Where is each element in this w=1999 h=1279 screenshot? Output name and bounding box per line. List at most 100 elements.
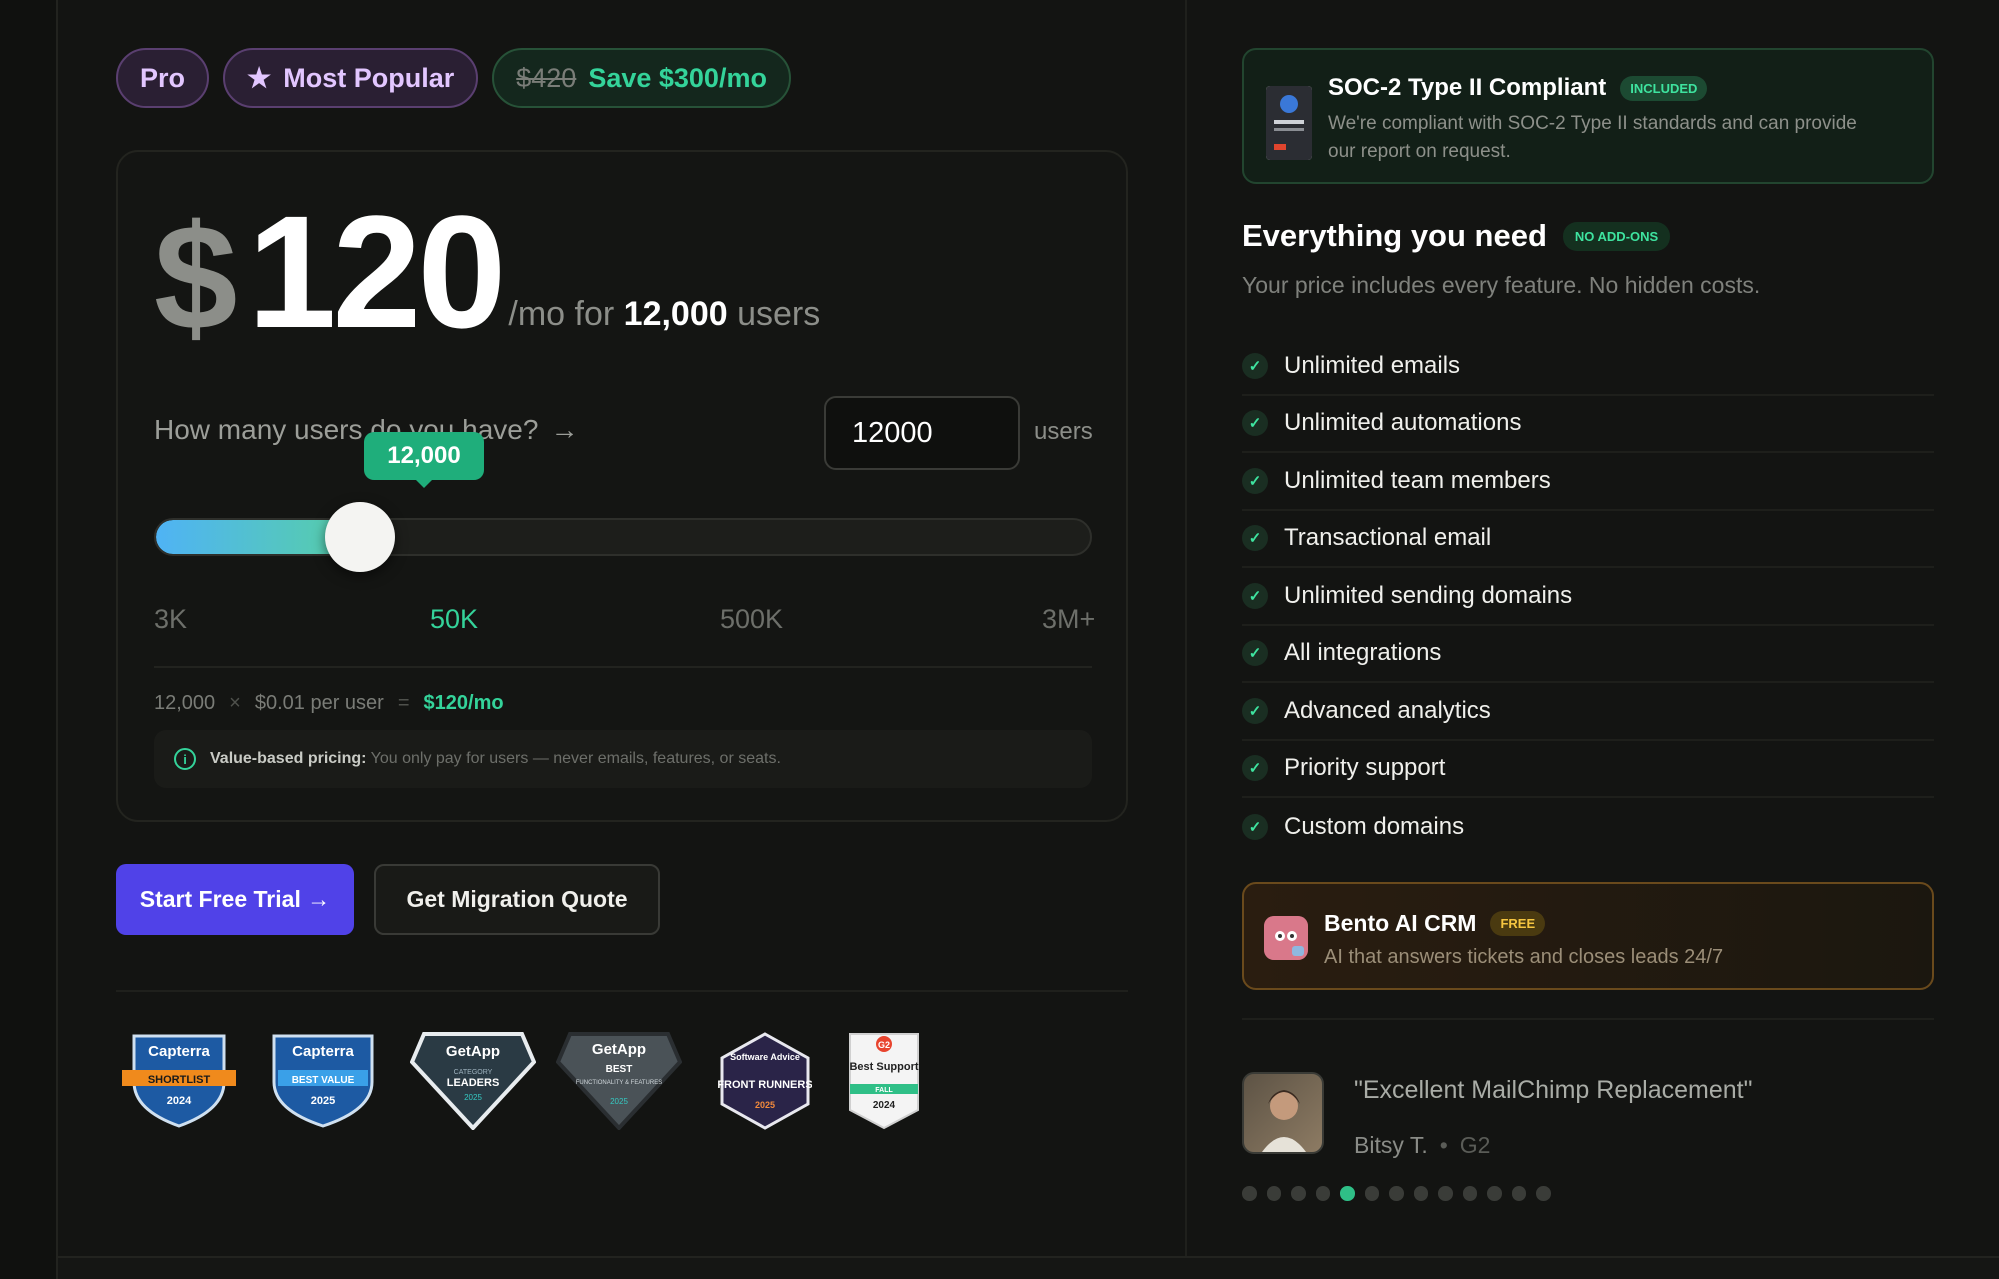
feature-item: ✓ Transactional email <box>1242 511 1934 568</box>
info-icon: i <box>174 748 196 770</box>
carousel-dot[interactable] <box>1511 1186 1526 1201</box>
calc-rate: $0.01 per user <box>254 692 384 714</box>
star-icon: ★ <box>247 62 272 93</box>
price-users-count: 12,000 <box>623 295 728 333</box>
currency-symbol: $ <box>154 193 238 361</box>
feature-item: ✓ All integrations <box>1242 626 1934 683</box>
check-icon: ✓ <box>1242 755 1268 782</box>
feature-label: Unlimited sending domains <box>1284 581 1573 609</box>
badge-sub: CATEGORY <box>454 1069 493 1076</box>
check-icon: ✓ <box>1242 352 1268 379</box>
slider-tick-label[interactable]: 3K <box>154 604 187 635</box>
crm-title-text: Bento AI CRM <box>1324 910 1477 936</box>
start-free-trial-button[interactable]: Start Free Trial → <box>116 864 354 935</box>
features-heading-text: Everything you need <box>1242 218 1547 253</box>
slider-tick-label[interactable]: 50K <box>430 604 478 635</box>
arrow-right-icon: → <box>550 414 579 445</box>
price-display: $ 120 /mo for 12,000 users <box>154 192 820 361</box>
features-subheading: Your price includes every feature. No hi… <box>1242 272 1761 298</box>
column-divider <box>1185 0 1187 1258</box>
soc2-description: We're compliant with SOC-2 Type II stand… <box>1328 113 1857 162</box>
features-heading: Everything you need NO ADD-ONS <box>1242 218 1671 254</box>
included-tag: INCLUDED <box>1620 75 1708 101</box>
feature-item: ✓ Priority support <box>1242 741 1934 798</box>
author-separator: • <box>1439 1132 1448 1158</box>
check-icon: ✓ <box>1242 525 1268 552</box>
badge-brand: Capterra <box>148 1043 210 1060</box>
carousel-dot[interactable] <box>1266 1186 1281 1201</box>
feature-label: Priority support <box>1284 754 1446 782</box>
award-badges: Capterra SHORTLIST 2024 Capterra BEST VA… <box>120 1032 940 1132</box>
old-price: $420 <box>516 62 577 93</box>
check-icon: ✓ <box>1242 697 1268 724</box>
badge-label: FRONT RUNNERS <box>718 1079 812 1091</box>
badge-label: SHORTLIST <box>148 1074 211 1086</box>
feature-item: ✓ Unlimited team members <box>1242 453 1934 511</box>
migration-quote-button[interactable]: Get Migration Quote <box>374 864 660 935</box>
badge-year: 2025 <box>755 1100 775 1110</box>
carousel-dot[interactable] <box>1536 1186 1551 1201</box>
feature-label: Custom domains <box>1284 812 1465 840</box>
users-count-input[interactable] <box>824 396 1020 470</box>
carousel-dot[interactable] <box>1487 1186 1502 1201</box>
free-tag: FREE <box>1490 911 1546 936</box>
badge-label: LEADERS <box>447 1077 500 1089</box>
calc-times: × <box>229 692 241 714</box>
carousel-dot[interactable] <box>1389 1186 1404 1201</box>
feature-label: Unlimited team members <box>1284 466 1551 494</box>
soc2-title: SOC-2 Type II Compliant INCLUDED <box>1328 74 1708 102</box>
savings-badge: $420 Save $300/mo <box>492 48 791 108</box>
left-edge <box>0 0 58 1279</box>
badge-year: 2025 <box>311 1095 335 1107</box>
badge-brand: Capterra <box>292 1043 354 1060</box>
check-icon: ✓ <box>1242 813 1268 840</box>
check-icon: ✓ <box>1242 467 1268 494</box>
testimonial-quote: "Excellent MailChimp Replacement" <box>1354 1076 1753 1104</box>
badge-brand: G2 <box>878 1040 890 1050</box>
software-advice-badge: Software Advice FRONT RUNNERS 2025 <box>718 1032 812 1130</box>
users-slider-thumb[interactable] <box>325 502 396 572</box>
users-slider-track[interactable] <box>154 518 1092 556</box>
plan-pills: Pro ★ Most Popular $420 Save $300/mo <box>116 48 791 108</box>
features-list: ✓ Unlimited emails ✓ Unlimited automations ✓… <box>1242 338 1934 856</box>
soc2-title-text: SOC-2 Type II Compliant <box>1328 74 1607 101</box>
carousel-dot[interactable] <box>1364 1186 1379 1201</box>
price-users-suffix: users <box>737 295 821 333</box>
plan-badge: Pro <box>116 48 210 108</box>
carousel-dot[interactable] <box>1291 1186 1306 1201</box>
carousel-dot[interactable] <box>1242 1186 1257 1201</box>
carousel-dot[interactable] <box>1438 1186 1453 1201</box>
price-calculation: 12,000 × $0.01 per user = $120/mo <box>154 692 504 715</box>
carousel-dot[interactable] <box>1315 1186 1330 1201</box>
g2-best-support-badge: G2 Best Support FALL 2024 <box>849 1033 919 1130</box>
carousel-dot[interactable] <box>1340 1186 1355 1201</box>
most-popular-badge: ★ Most Popular <box>223 48 479 108</box>
feature-label: Unlimited emails <box>1284 351 1461 379</box>
savings-label: Save $300/mo <box>588 62 767 93</box>
pricing-note-bold: Value-based pricing: <box>210 750 367 767</box>
slider-value-bubble: 12,000 <box>364 432 484 488</box>
slider-tick-label[interactable]: 3M+ <box>1042 604 1095 635</box>
badge-brand: GetApp <box>446 1043 500 1060</box>
badge-brand: GetApp <box>592 1041 646 1058</box>
calc-equals: = <box>397 692 410 714</box>
badge-brand: Software Advice <box>730 1052 800 1062</box>
carousel-dot[interactable] <box>1413 1186 1428 1201</box>
badge-sub: FUNCTIONALITY & FEATURES <box>576 1080 662 1086</box>
bento-ai-crm-card[interactable]: Bento AI CRM FREE AI that answers ticket… <box>1242 882 1934 990</box>
reviewer-avatar <box>1242 1072 1324 1154</box>
check-icon: ✓ <box>1242 582 1268 609</box>
badge-year: 2025 <box>610 1097 628 1106</box>
check-icon: ✓ <box>1242 640 1268 667</box>
no-addons-tag: NO ADD-ONS <box>1562 221 1671 251</box>
soc2-certificate-icon <box>1266 86 1312 160</box>
carousel-dot[interactable] <box>1462 1186 1477 1201</box>
bottom-border <box>58 1256 1999 1258</box>
getapp-leaders-badge: GetApp CATEGORY LEADERS 2025 <box>410 1032 536 1130</box>
testimonial-author: Bitsy T. • G2 <box>1354 1132 1490 1159</box>
capterra-shortlist-badge: Capterra SHORTLIST 2024 <box>122 1034 236 1128</box>
badge-label: BEST VALUE <box>292 1075 355 1086</box>
badge-year: 2024 <box>167 1095 192 1107</box>
slider-tick-label[interactable]: 500K <box>720 604 783 635</box>
price-per: /mo for 12,000 users <box>508 295 820 352</box>
